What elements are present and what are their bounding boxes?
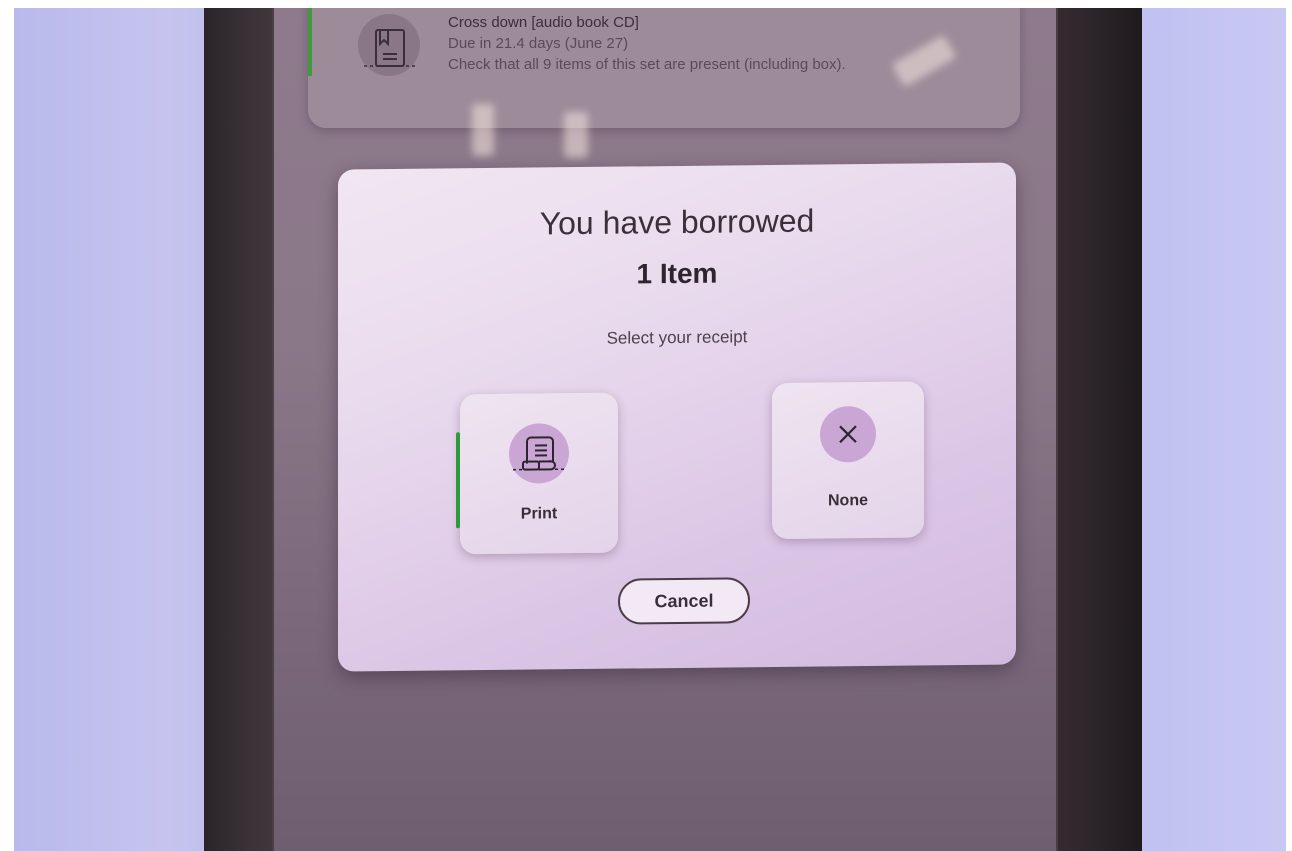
- item-due-date: Due in 21.4 days (June 27): [448, 35, 629, 52]
- dialog-title: You have borrowed: [539, 202, 815, 242]
- none-label: None: [828, 491, 868, 510]
- receipt-scroll-icon: [509, 423, 569, 484]
- borrowed-count: 1 Item: [636, 257, 718, 290]
- receipt-dialog: You have borrowed 1 Item Select your rec…: [338, 162, 1016, 672]
- book-icon: [350, 14, 430, 94]
- print-label: Print: [520, 505, 558, 523]
- close-x-icon: [820, 405, 876, 463]
- kiosk-screen: Cross down [audio book CD] Due in 21.4 d…: [272, 8, 1058, 851]
- item-check-note: Check that all 9 items of this set are p…: [448, 56, 846, 73]
- receipt-prompt: Select your receipt: [606, 327, 748, 348]
- screen-glare: [472, 104, 494, 156]
- print-receipt-button[interactable]: Print: [456, 392, 618, 555]
- kiosk-photo: Cross down [audio book CD] Due in 21.4 d…: [14, 8, 1286, 851]
- item-title: Cross down [audio book CD]: [448, 14, 639, 31]
- screen-glare: [564, 112, 588, 158]
- item-status-accent: [308, 8, 312, 76]
- item-details: Cross down [audio book CD] Due in 21.4 d…: [448, 12, 846, 75]
- cancel-button[interactable]: Cancel: [618, 577, 750, 625]
- no-receipt-button[interactable]: None: [772, 381, 924, 540]
